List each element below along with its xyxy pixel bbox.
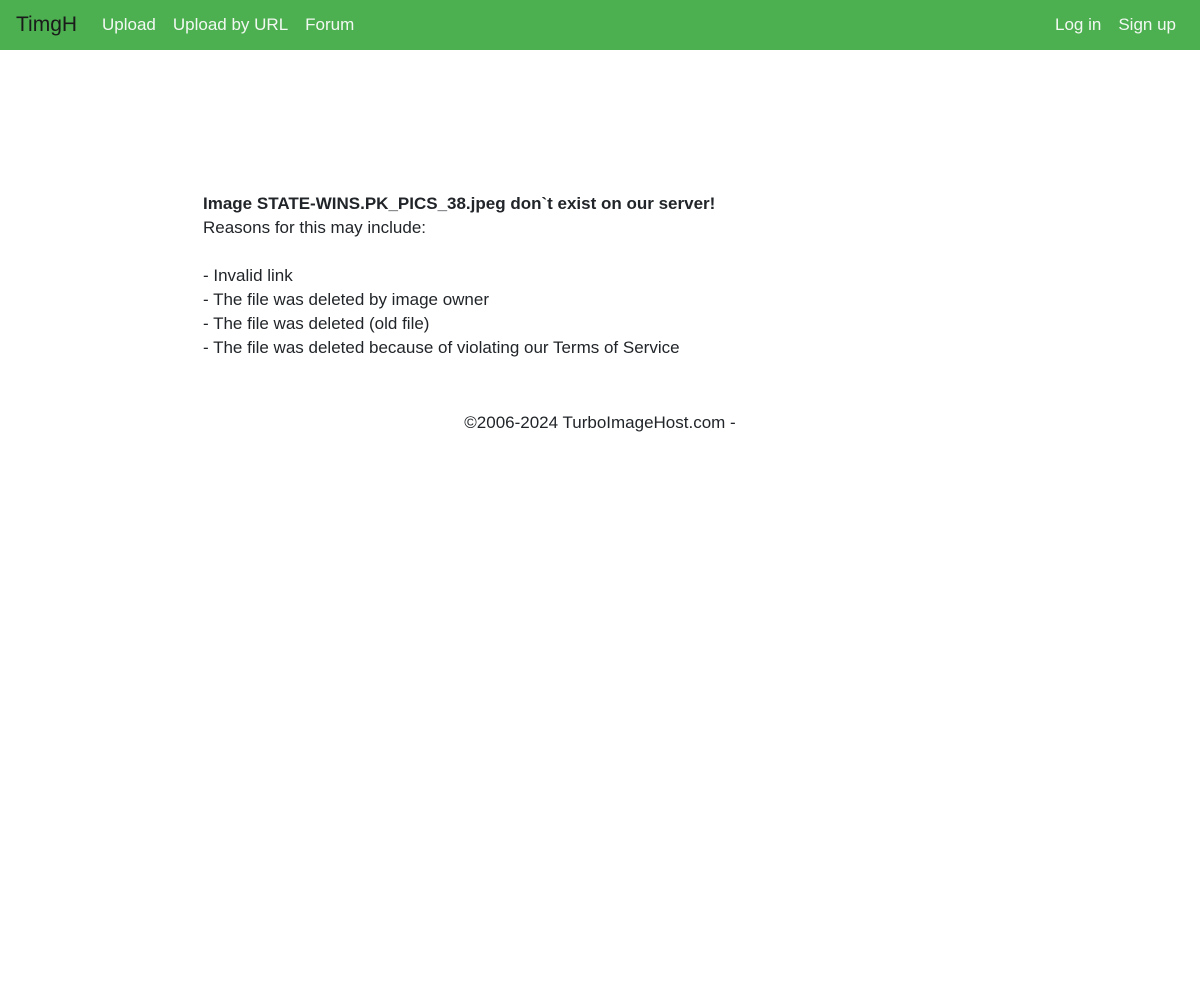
- nav-right-group: Log in Sign up: [1055, 14, 1176, 36]
- nav-upload-by-url-link[interactable]: Upload by URL: [173, 14, 288, 36]
- error-message-block: Image STATE-WINS.PK_PICS_38.jpeg don`t e…: [203, 192, 1003, 360]
- login-link[interactable]: Log in: [1055, 14, 1101, 36]
- signup-link[interactable]: Sign up: [1118, 14, 1176, 36]
- error-title: Image STATE-WINS.PK_PICS_38.jpeg don`t e…: [203, 194, 716, 213]
- brand-logo-link[interactable]: TimgH: [16, 12, 77, 38]
- reason-item: - The file was deleted by image owner: [203, 290, 490, 309]
- nav-forum-link[interactable]: Forum: [305, 14, 354, 36]
- nav-left-group: Upload Upload by URL Forum: [102, 14, 354, 36]
- nav-upload-link[interactable]: Upload: [102, 14, 156, 36]
- reason-item: - The file was deleted because of violat…: [203, 338, 680, 357]
- top-navbar: TimgH Upload Upload by URL Forum Log in …: [0, 0, 1200, 50]
- reason-item: - Invalid link: [203, 266, 293, 285]
- reason-item: - The file was deleted (old file): [203, 314, 430, 333]
- footer-copyright: ©2006-2024 TurboImageHost.com -: [464, 413, 736, 432]
- reasons-intro: Reasons for this may include:: [203, 218, 426, 237]
